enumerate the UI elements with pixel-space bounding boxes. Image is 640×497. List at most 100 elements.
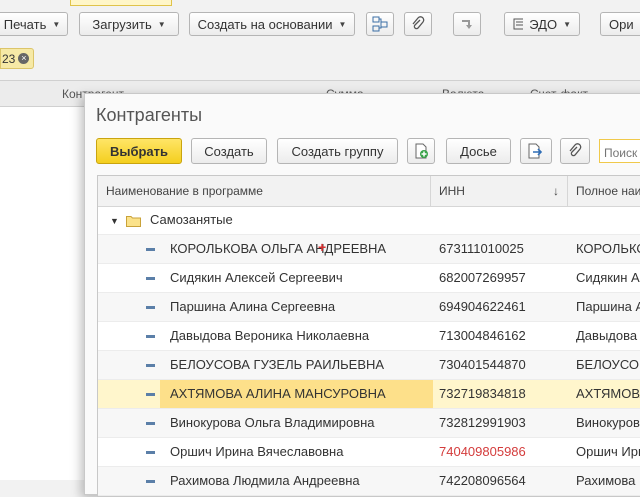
row-full-name: КОРОЛЬКОВ — [576, 241, 640, 256]
row-name: Давыдова Вероника Николаевна — [170, 328, 370, 343]
counterparties-dialog: Контрагенты Выбрать Создать Создать груп… — [84, 93, 640, 497]
row-name: Винокурова Ольга Владимировна — [170, 415, 375, 430]
table-row[interactable]: Рахимова Людмила Андреевна 742208096564 Ра… — [98, 467, 640, 496]
item-marker-icon — [146, 422, 155, 425]
chevron-down-icon: ▼ — [157, 19, 166, 29]
print-label: Печать — [3, 16, 47, 32]
chevron-down-icon: ▼ — [52, 19, 61, 29]
item-marker-icon — [146, 248, 155, 251]
select-button[interactable]: Выбрать — [96, 138, 182, 164]
table-row[interactable]: Оршич Ирина Вячеславовна 740409805986 Орши… — [98, 438, 640, 467]
load-button[interactable]: Загрузить ▼ — [79, 12, 179, 36]
export-button[interactable] — [520, 138, 552, 164]
row-inn: 740409805986 — [439, 444, 526, 459]
search-input[interactable] — [599, 139, 640, 163]
col-header-full-name[interactable]: Полное наи — [568, 176, 640, 206]
select-label: Выбрать — [109, 143, 169, 159]
table-row[interactable]: КОРОЛЬКОВА ОЛЬГА АНДРЕЕВНА 673111010025 КО… — [98, 235, 640, 264]
row-inn: 713004846162 — [439, 328, 526, 343]
load-label: Загрузить — [92, 16, 152, 32]
paperclip-icon — [569, 143, 582, 157]
chevron-down-icon: ▼ — [338, 19, 347, 29]
edo-button[interactable]: ЭДО ▼ — [504, 12, 580, 36]
row-inn: 732719834818 — [439, 386, 526, 401]
create-label: Создать — [204, 143, 254, 159]
col-name-label: Наименование в программе — [106, 184, 263, 198]
active-field-edge — [70, 0, 172, 6]
table-row[interactable]: АХТЯМОВА АЛИНА МАНСУРОВНА 732719834818 АХТ… — [98, 380, 640, 409]
group-name: Самозанятые — [150, 212, 233, 227]
table-row[interactable]: Сидякин Алексей Сергеевич 682007269957 Сид… — [98, 264, 640, 293]
create-button[interactable]: Создать — [191, 138, 267, 164]
close-icon[interactable]: × — [18, 53, 30, 64]
add-document-icon — [415, 143, 428, 159]
dossier-label: Досье — [460, 143, 497, 159]
item-marker-icon — [146, 306, 155, 309]
sort-down-icon: ↓ — [553, 184, 559, 198]
row-inn: 732812991903 — [439, 415, 526, 430]
table-row[interactable]: БЕЛОУСОВА ГУЗЕЛЬ РАИЛЬЕВНА 730401544870 БЕ… — [98, 351, 640, 380]
item-marker-icon — [146, 480, 155, 483]
dossier-button[interactable]: Досье — [446, 138, 511, 164]
row-full-name: Оршич Ири — [576, 444, 640, 459]
col-full-label: Полное наи — [576, 184, 640, 198]
arrow-curve-icon — [462, 20, 472, 29]
create-based-label: Создать на основании — [197, 16, 333, 32]
filter-chip[interactable]: 23 × — [0, 48, 34, 69]
row-full-name: БЕЛОУСОВ — [576, 357, 640, 372]
folder-icon — [126, 216, 141, 227]
filter-chip-text: 23 — [2, 51, 16, 66]
row-name: КОРОЛЬКОВА ОЛЬГА АНДРЕЕВНА — [170, 241, 387, 256]
group-row[interactable]: ▼ Самозанятые — [98, 206, 640, 235]
mouse-cursor-icon: + — [318, 239, 327, 255]
row-inn: 730401544870 — [439, 357, 526, 372]
row-full-name: Сидякин А — [576, 270, 640, 285]
row-name: Рахимова Людмила Андреевна — [170, 473, 360, 488]
row-full-name: АХТЯМОВА — [576, 386, 640, 401]
row-full-name: Паршина А — [576, 299, 640, 314]
post-button[interactable] — [453, 12, 481, 36]
attach-file-button[interactable] — [560, 138, 590, 164]
item-marker-icon — [146, 393, 155, 396]
export-icon — [528, 143, 543, 159]
paperclip-icon — [412, 16, 425, 30]
row-name: Паршина Алина Сергеевна — [170, 299, 336, 314]
structure-icon — [372, 16, 388, 32]
expand-triangle-icon[interactable]: ▼ — [110, 216, 119, 226]
table-row[interactable]: Винокурова Ольга Владимировна 73281299190… — [98, 409, 640, 438]
dialog-title: Контрагенты — [96, 105, 203, 125]
attach-button[interactable] — [404, 12, 432, 36]
create-group-label: Создать группу — [291, 143, 384, 159]
row-name: Оршич Ирина Вячеславовна — [170, 444, 344, 459]
row-inn: 694904622461 — [439, 299, 526, 314]
print-button[interactable]: Печать ▼ — [0, 12, 68, 36]
chevron-down-icon: ▼ — [563, 19, 571, 29]
create-based-button[interactable]: Создать на основании ▼ — [189, 12, 355, 36]
col-header-name[interactable]: Наименование в программе — [98, 176, 431, 206]
structure-button[interactable] — [366, 12, 394, 36]
create-group-button[interactable]: Создать группу — [277, 138, 398, 164]
table-row[interactable]: Паршина Алина Сергеевна 694904622461 Парши… — [98, 293, 640, 322]
more-button[interactable]: Ори — [600, 12, 640, 36]
item-marker-icon — [146, 364, 155, 367]
item-marker-icon — [146, 451, 155, 454]
row-full-name: Давыдова — [576, 328, 638, 343]
row-inn: 742208096564 — [439, 473, 526, 488]
edo-label: ЭДО — [529, 16, 558, 32]
add-copy-button[interactable] — [407, 138, 435, 164]
row-full-name: Винокурова — [576, 415, 640, 430]
more-label: Ори — [609, 16, 634, 32]
row-inn: 673111010025 — [439, 241, 524, 256]
item-marker-icon — [146, 277, 155, 280]
col-inn-label: ИНН — [439, 184, 465, 198]
row-inn: 682007269957 — [439, 270, 526, 285]
row-name: АХТЯМОВА АЛИНА МАНСУРОВНА — [160, 380, 433, 408]
table-row[interactable]: Давыдова Вероника Николаевна 713004846162… — [98, 322, 640, 351]
main-toolbar: Печать ▼ Загрузить ▼ Создать на основани… — [0, 0, 640, 44]
col-header-inn[interactable]: ИНН ↓ — [431, 176, 568, 206]
edo-icon — [513, 18, 524, 30]
row-name: Сидякин Алексей Сергеевич — [170, 270, 343, 285]
row-name: БЕЛОУСОВА ГУЗЕЛЬ РАИЛЬЕВНА — [170, 357, 385, 372]
counterparties-table: Наименование в программе ИНН ↓ Полное на… — [97, 175, 640, 497]
table-header: Наименование в программе ИНН ↓ Полное на… — [98, 176, 640, 207]
